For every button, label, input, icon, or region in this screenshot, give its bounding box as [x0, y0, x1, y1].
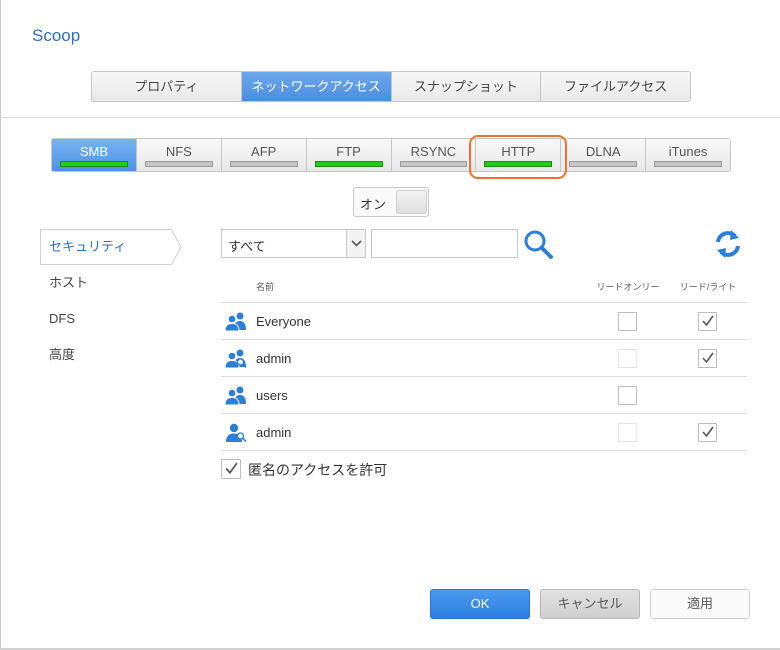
table-header: 名前 リードオンリー リード/ライト — [221, 270, 747, 303]
protocol-tab-ftp[interactable]: FTP — [306, 139, 392, 171]
side-nav-host[interactable]: ホスト — [40, 265, 190, 301]
main-tab-bar: プロパティ ネットワークアクセス スナップショット ファイルアクセス — [91, 71, 691, 102]
protocol-tab-bar: SMB NFS AFP FTP RSYNC HTTP DLNA iTunes — [51, 138, 731, 172]
table-row: admin — [221, 340, 747, 377]
protocol-tab-label: DLNA — [585, 144, 621, 159]
protocol-tab-label: RSYNC — [410, 144, 457, 159]
permission-table: 名前 リードオンリー リード/ライト Everyone admin users … — [221, 270, 747, 451]
protocol-tab-label: iTunes — [668, 144, 708, 159]
user-name: admin — [256, 425, 292, 440]
group-icon — [225, 386, 246, 405]
tab-snapshot[interactable]: スナップショット — [391, 72, 542, 101]
protocol-status-bar — [484, 161, 553, 167]
protocol-status-bar — [229, 161, 298, 167]
read-write-checkbox[interactable] — [698, 349, 717, 368]
dropdown-button[interactable] — [346, 230, 365, 257]
side-nav-label: セキュリティ — [49, 239, 127, 254]
protocol-tab-rsync[interactable]: RSYNC — [391, 139, 477, 171]
toggle-knob[interactable] — [396, 190, 427, 214]
protocol-status-bar — [569, 161, 638, 167]
read-only-checkbox[interactable] — [618, 312, 637, 331]
protocol-tab-label: FTP — [336, 144, 361, 159]
search-icon[interactable] — [522, 228, 554, 260]
protocol-tab-label: SMB — [79, 144, 109, 159]
side-nav-advanced[interactable]: 高度 — [40, 337, 190, 373]
filter-selected-value: すべて — [228, 239, 266, 254]
user-name: users — [256, 388, 288, 403]
checkmark-icon — [702, 426, 714, 438]
protocol-tab-itunes[interactable]: iTunes — [646, 139, 730, 171]
protocol-status-bar — [144, 161, 213, 167]
table-row: Everyone — [221, 303, 747, 340]
header-divider — [0, 117, 780, 118]
column-header-read-only: リードオンリー — [596, 282, 660, 292]
cancel-button[interactable]: キャンセル — [540, 589, 640, 619]
protocol-status-bar — [654, 161, 722, 167]
read-write-checkbox[interactable] — [698, 312, 717, 331]
protocol-status-bar — [60, 161, 128, 167]
protocol-tab-dlna[interactable]: DLNA — [561, 139, 647, 171]
anonymous-access-label: 匿名のアクセスを許可 — [248, 462, 388, 478]
side-nav-label: 高度 — [49, 347, 76, 362]
admin-user-icon — [226, 423, 247, 442]
tab-properties[interactable]: プロパティ — [92, 72, 242, 101]
apply-button[interactable]: 適用 — [650, 589, 750, 619]
checkmark-icon — [225, 462, 238, 475]
tab-file-access[interactable]: ファイルアクセス — [541, 72, 690, 101]
checkmark-icon — [702, 352, 714, 364]
window-border-left — [0, 0, 1, 650]
checkmark-icon — [702, 315, 714, 327]
protocol-tab-http[interactable]: HTTP — [476, 139, 562, 171]
protocol-tab-label: AFP — [251, 144, 277, 159]
refresh-icon[interactable] — [714, 229, 742, 259]
read-only-checkbox[interactable] — [618, 386, 637, 405]
user-name: Everyone — [256, 314, 311, 329]
table-row: admin — [221, 414, 747, 451]
read-only-checkbox[interactable] — [618, 349, 637, 368]
table-row: users — [221, 377, 747, 414]
column-header-read-write: リード/ライト — [679, 282, 737, 292]
side-nav: セキュリティ ホスト DFS 高度 — [40, 229, 190, 373]
read-only-checkbox[interactable] — [618, 423, 637, 442]
anonymous-access-checkbox[interactable] — [221, 459, 241, 479]
protocol-tab-nfs[interactable]: NFS — [136, 139, 222, 171]
protocol-tab-label: NFS — [165, 144, 192, 159]
side-nav-label: DFS — [49, 311, 75, 326]
chevron-down-icon — [351, 240, 362, 247]
column-header-name: 名前 — [256, 282, 275, 292]
service-toggle[interactable]: オン — [353, 187, 429, 217]
filter-dropdown[interactable]: すべて — [221, 229, 366, 258]
protocol-tab-smb[interactable]: SMB — [52, 139, 137, 171]
read-write-checkbox[interactable] — [698, 423, 717, 442]
side-nav-security[interactable]: セキュリティ — [40, 229, 190, 265]
user-name: admin — [256, 351, 292, 366]
protocol-status-bar — [399, 161, 468, 167]
dialog-title: Scoop — [32, 26, 81, 45]
side-nav-label: ホスト — [49, 275, 89, 290]
group-icon — [225, 312, 246, 331]
protocol-tab-afp[interactable]: AFP — [221, 139, 307, 171]
protocol-tab-label: HTTP — [501, 144, 536, 159]
ok-button[interactable]: OK — [430, 589, 530, 619]
admin-group-icon — [225, 349, 247, 368]
side-nav-dfs[interactable]: DFS — [40, 301, 190, 337]
tab-network-access[interactable]: ネットワークアクセス — [241, 72, 392, 101]
protocol-status-bar — [314, 161, 383, 167]
toggle-label: オン — [360, 197, 387, 212]
search-input[interactable] — [371, 229, 518, 258]
